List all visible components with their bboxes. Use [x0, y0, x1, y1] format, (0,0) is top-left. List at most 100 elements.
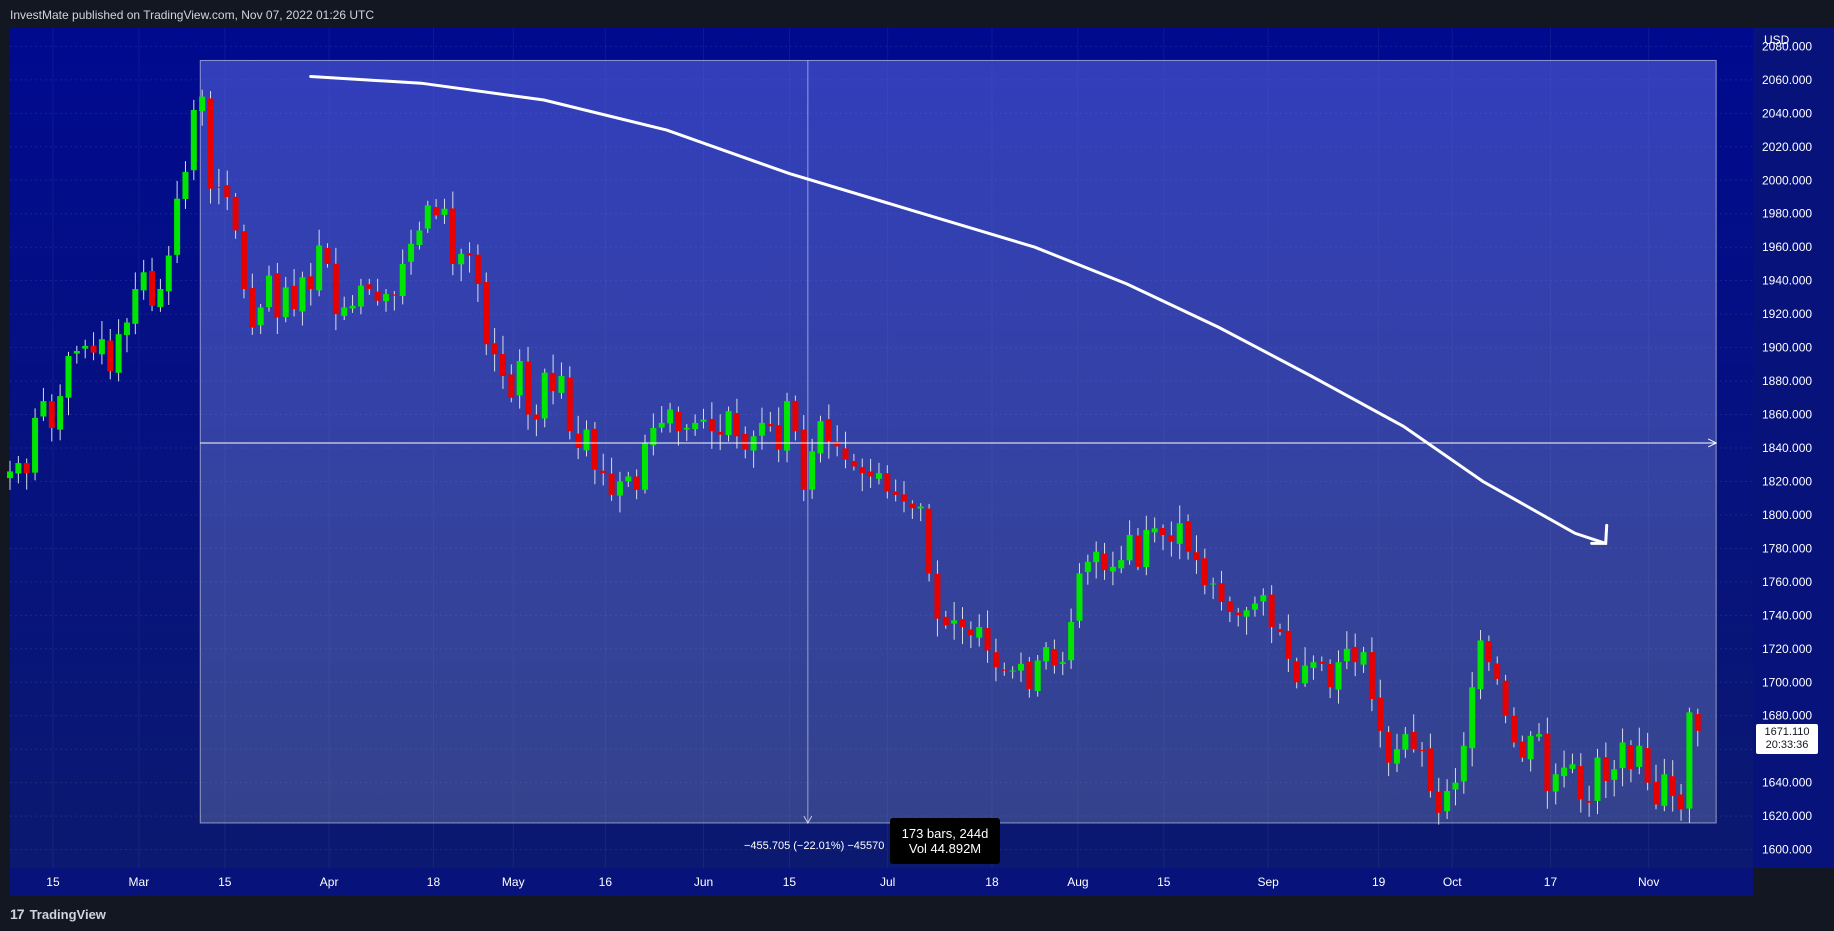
candle-body — [1636, 745, 1643, 767]
candle-body — [951, 620, 958, 624]
price-tick-label: 1780.000 — [1762, 541, 1812, 555]
candle-body — [1068, 622, 1075, 661]
candle-body — [850, 460, 857, 467]
candle-body — [399, 263, 406, 296]
candle-body — [382, 294, 389, 302]
candle-body — [926, 508, 933, 574]
candle-body — [499, 354, 506, 377]
candle-body — [733, 413, 740, 437]
candle-body — [140, 272, 147, 291]
candle-body — [608, 473, 615, 495]
candle-body — [525, 361, 532, 415]
candle-down — [926, 503, 933, 582]
candle-body — [115, 334, 122, 373]
price-tick-label: 1880.000 — [1762, 374, 1812, 388]
candle-body — [408, 243, 415, 262]
candle-body — [1285, 630, 1292, 659]
candle-body — [316, 245, 323, 291]
candle-body — [1001, 669, 1008, 671]
candle-body — [834, 441, 841, 447]
candle-body — [909, 503, 916, 509]
candle-body — [190, 109, 197, 171]
candle-body — [224, 185, 231, 198]
candle-body — [508, 374, 515, 398]
candle-body — [474, 254, 481, 285]
candle-body — [1059, 662, 1066, 664]
candle-body — [959, 619, 966, 628]
candle-body — [1644, 748, 1651, 783]
candle-body — [642, 442, 649, 490]
candle-body — [1402, 734, 1409, 750]
time-tick-label: Aug — [1067, 875, 1088, 889]
candle-body — [48, 401, 55, 428]
candle-body — [1109, 566, 1116, 572]
candle-body — [433, 206, 440, 216]
candle-down — [207, 91, 214, 204]
candle-body — [1510, 715, 1517, 743]
candle-body — [416, 230, 423, 246]
candle-body — [199, 96, 206, 112]
time-tick-label: 16 — [599, 875, 613, 889]
date-price-range-box[interactable] — [199, 59, 1717, 824]
candle-body — [1661, 774, 1668, 806]
candle-body — [558, 376, 565, 393]
time-tick-label: 15 — [783, 875, 797, 889]
candle-body — [266, 275, 273, 308]
candle-body — [767, 424, 774, 427]
candle-body — [299, 277, 306, 312]
candle-body — [257, 307, 264, 326]
candle-body — [1485, 641, 1492, 663]
candle-body — [934, 573, 941, 619]
candle-body — [717, 431, 724, 435]
candle-body — [1410, 732, 1417, 750]
tradingview-logo[interactable]: 17 TradingView — [10, 906, 106, 922]
price-chart[interactable]: 1600.0001620.0001640.0001660.0001680.000… — [0, 0, 1834, 896]
candle-body — [742, 433, 749, 450]
candle-body — [809, 451, 816, 490]
candle-body — [32, 417, 39, 473]
candle-body — [349, 305, 356, 309]
candle-body — [1185, 521, 1192, 552]
tradingview-logo-text: TradingView — [29, 906, 106, 922]
candle-body — [341, 307, 348, 316]
candle-body — [633, 476, 640, 490]
candle-body — [291, 285, 298, 310]
currency-label: USD — [1764, 33, 1790, 47]
price-tick-label: 1800.000 — [1762, 508, 1812, 522]
candle-body — [758, 422, 765, 436]
candle-body — [1051, 649, 1058, 666]
last-price-value: 1671.110 — [1764, 726, 1810, 738]
candle-body — [1226, 601, 1233, 612]
candle-body — [1602, 757, 1609, 781]
candle-body — [1469, 687, 1476, 749]
candle-body — [667, 409, 674, 424]
price-tick-label: 1740.000 — [1762, 608, 1812, 622]
candle-body — [123, 322, 130, 335]
candle-body — [1460, 745, 1467, 782]
candle-body — [775, 425, 782, 450]
candle-body — [1034, 660, 1041, 692]
candle-up — [1034, 654, 1041, 697]
candle-body — [550, 372, 557, 392]
candle-body — [1494, 663, 1501, 679]
candle-body — [591, 428, 598, 470]
time-tick-label: Jun — [694, 875, 713, 889]
candle-body — [683, 427, 690, 430]
candle-body — [1151, 528, 1158, 533]
price-tick-label: 1980.000 — [1762, 207, 1812, 221]
candle-body — [516, 360, 523, 396]
price-tick-label: 1840.000 — [1762, 441, 1812, 455]
candle-body — [332, 263, 339, 315]
candle-body — [1126, 535, 1133, 561]
price-tick-label: 2000.000 — [1762, 173, 1812, 187]
price-tick-label: 1680.000 — [1762, 709, 1812, 723]
candle-body — [366, 284, 373, 290]
candle-body — [842, 448, 849, 460]
price-tick-label: 2040.000 — [1762, 106, 1812, 120]
candle-body — [700, 419, 707, 422]
candle-body — [40, 401, 47, 417]
candle-body — [825, 419, 832, 442]
candle-body — [307, 276, 314, 290]
candle-body — [1368, 652, 1375, 699]
candle-up — [642, 434, 649, 494]
